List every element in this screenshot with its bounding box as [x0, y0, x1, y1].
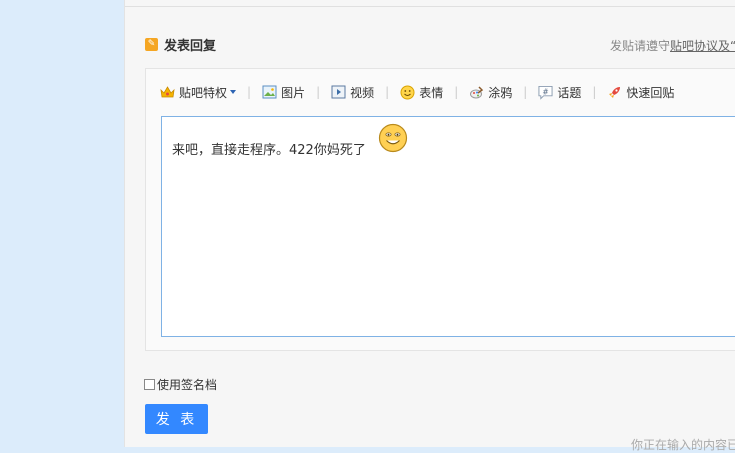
toolbar-separator: | [523, 85, 528, 99]
toolbar-quick-reply[interactable]: 快速回贴 [607, 84, 674, 101]
reply-title: 发表回复 [164, 38, 217, 54]
editor-content: 来吧，直接走程序。422你妈死了 [172, 143, 366, 158]
toolbar-emoji[interactable]: 表情 [400, 84, 443, 101]
graffiti-icon [469, 85, 484, 100]
svg-text:#: # [543, 87, 549, 96]
agreement-link[interactable]: 贴吧协议及“ [670, 39, 735, 53]
chevron-down-icon [230, 90, 237, 94]
crown-icon [160, 85, 175, 100]
divider [125, 6, 735, 7]
toolbar-emoji-label: 表情 [419, 85, 444, 100]
smiley-icon [400, 85, 415, 100]
pencil-icon: ✎ [145, 37, 158, 51]
toolbar-video[interactable]: 视频 [331, 84, 374, 101]
editor-container: 贴吧特权 | 图片 | 视频 | 表情 | 涂鸦 | # 话题 | 快速回贴 来… [145, 68, 735, 351]
toolbar-quick-reply-label: 快速回贴 [626, 85, 675, 100]
toolbar-separator: | [454, 85, 459, 99]
editor-toolbar: 贴吧特权 | 图片 | 视频 | 表情 | 涂鸦 | # 话题 | 快速回贴 [160, 82, 674, 102]
signature-option[interactable]: 使用签名档 [144, 376, 217, 393]
toolbar-privileges-label: 贴吧特权 [179, 85, 228, 100]
hashtag-icon: # [538, 85, 553, 100]
image-icon [262, 85, 277, 100]
publish-button[interactable]: 发 表 [145, 404, 208, 434]
toolbar-separator: | [592, 85, 597, 99]
toolbar-graffiti[interactable]: 涂鸦 [469, 84, 512, 101]
toolbar-topic[interactable]: # 话题 [538, 84, 581, 101]
reply-header: ✎ 发表回复 [145, 35, 217, 54]
draft-notice: 你正在输入的内容已 [631, 438, 735, 452]
signature-label: 使用签名档 [157, 378, 218, 392]
posting-notice: 发贴请遵守贴吧协议及“ [610, 37, 735, 54]
toolbar-image-label: 图片 [281, 85, 306, 100]
toolbar-image[interactable]: 图片 [262, 84, 305, 101]
toolbar-separator: | [316, 85, 321, 99]
rocket-icon [607, 85, 622, 100]
smiley-icon [378, 123, 408, 156]
toolbar-privileges[interactable]: 贴吧特权 [160, 84, 237, 101]
notice-text: 发贴请遵守 [610, 39, 671, 53]
toolbar-separator: | [385, 85, 390, 99]
signature-checkbox[interactable] [144, 379, 155, 390]
reply-panel: ✎ 发表回复 发贴请遵守贴吧协议及“ 贴吧特权 | 图片 | 视频 | 表情 |… [124, 0, 735, 452]
toolbar-video-label: 视频 [350, 85, 375, 100]
video-icon [331, 85, 346, 100]
toolbar-topic-label: 话题 [557, 85, 582, 100]
reply-textarea[interactable]: 来吧，直接走程序。422你妈死了 [161, 116, 735, 337]
toolbar-separator: | [247, 85, 252, 99]
toolbar-graffiti-label: 涂鸦 [488, 85, 513, 100]
